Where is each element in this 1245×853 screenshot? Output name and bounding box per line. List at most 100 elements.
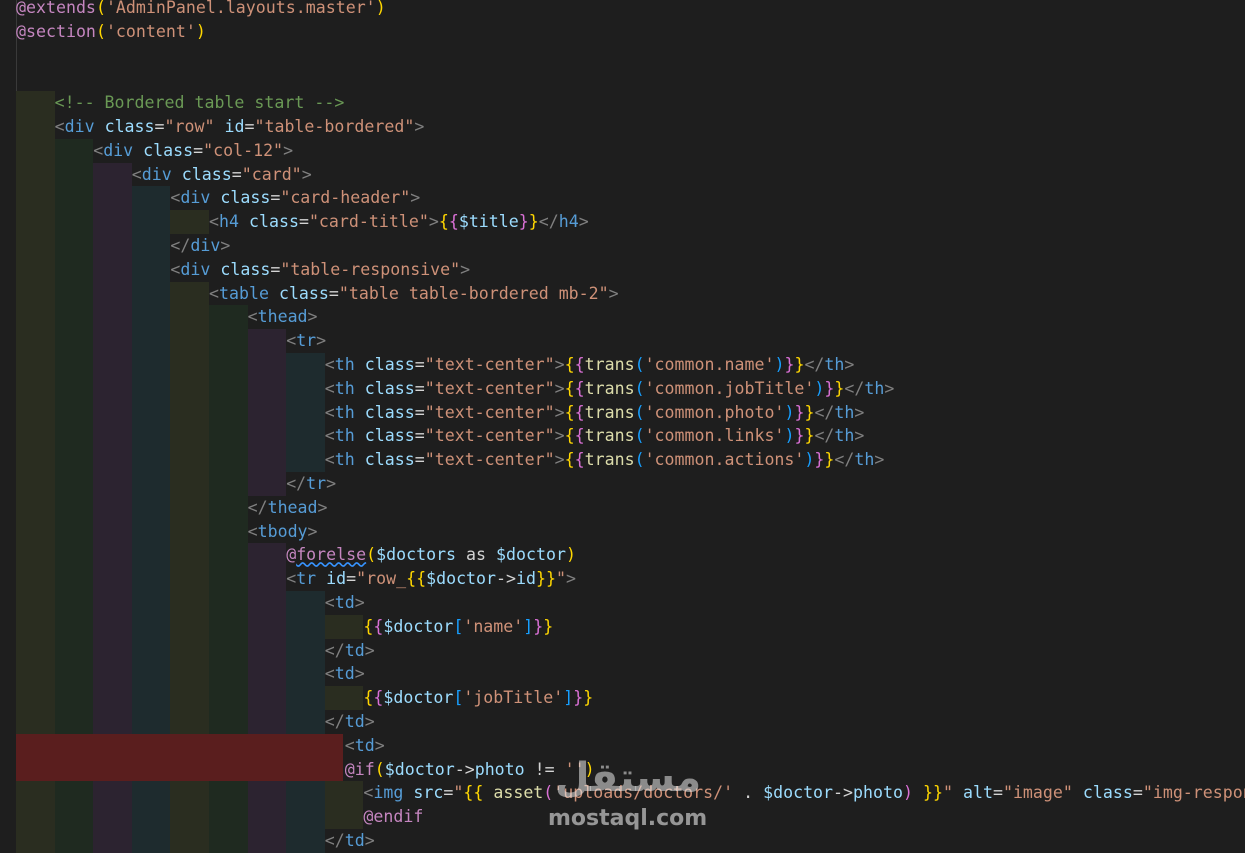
code-line[interactable]: <th class="text-center">{{trans('common.… xyxy=(0,424,1245,449)
indent-guide xyxy=(286,591,325,615)
indent-guide xyxy=(170,614,209,639)
code-line[interactable]: <div class="row" id="table-bordered"> xyxy=(0,115,1245,139)
indent-guide xyxy=(54,638,94,663)
code-line[interactable]: <table class="table table-bordered mb-2"… xyxy=(0,281,1245,306)
code-line[interactable]: <tbody> xyxy=(0,519,1245,544)
code-editor[interactable]: @extends('AdminPanel.layouts.master') @se… xyxy=(0,0,1245,853)
code-token: < xyxy=(247,521,258,541)
code-token: 'content' xyxy=(105,21,196,41)
code-text: </td> xyxy=(325,639,375,663)
code-line[interactable]: @extends('AdminPanel.layouts.master') xyxy=(0,0,1245,20)
code-line[interactable]: <div class="card-header"> xyxy=(0,186,1245,211)
code-line[interactable]: <td> xyxy=(0,591,1245,615)
code-line[interactable]: @endif xyxy=(0,805,1245,829)
indent-guide xyxy=(209,662,248,687)
code-line[interactable]: </td> xyxy=(0,638,1245,663)
code-line[interactable]: </thead> xyxy=(0,495,1245,520)
code-token: {{ xyxy=(406,569,427,589)
code-token: > xyxy=(316,331,327,351)
code-line[interactable]: <img src="{{ asset('uploads/doctors/' . … xyxy=(0,781,1245,806)
code-token: < xyxy=(324,355,335,374)
code-line[interactable]: <td> xyxy=(0,662,1245,687)
code-token: "text-center" xyxy=(424,402,555,422)
code-line[interactable]: {{$doctor['jobTitle']}} xyxy=(0,686,1245,710)
code-line[interactable]: </tr> xyxy=(0,472,1245,496)
indent-guide xyxy=(16,614,55,639)
code-token: h4 xyxy=(558,212,579,232)
code-line[interactable]: <td> xyxy=(0,733,1245,758)
indent-guide xyxy=(93,305,132,330)
code-token: < xyxy=(324,378,335,398)
indent-guide xyxy=(170,805,209,829)
code-line[interactable] xyxy=(0,67,1245,91)
code-token: > xyxy=(554,402,565,422)
indent-guide xyxy=(16,305,55,330)
code-line[interactable]: <th class="text-center">{{trans('common.… xyxy=(0,400,1245,425)
code-line[interactable]: <th class="text-center">{{trans('common.… xyxy=(0,448,1245,472)
code-text: {{$doctor['name']}} xyxy=(363,615,553,639)
code-line[interactable]: <th class="text-center">{{trans('common.… xyxy=(0,353,1245,377)
code-line[interactable]: <thead> xyxy=(0,305,1245,330)
code-line[interactable]: </div> xyxy=(0,234,1245,258)
code-line[interactable]: @if($doctor->photo != '') xyxy=(0,757,1245,782)
code-line[interactable]: <div class="card"> xyxy=(0,162,1245,187)
indent-guide xyxy=(93,829,132,853)
code-token: = xyxy=(992,783,1003,803)
indent-guide xyxy=(170,781,209,806)
indent-guide xyxy=(247,424,287,449)
code-line[interactable] xyxy=(0,44,1245,68)
code-token: "card" xyxy=(241,164,302,184)
code-text: </thead> xyxy=(248,496,328,520)
indent-guide xyxy=(209,495,248,520)
code-token: { xyxy=(574,402,585,422)
error-highlight xyxy=(16,757,343,782)
code-token: = xyxy=(414,426,425,446)
code-token: ) xyxy=(784,402,795,422)
indent-guide xyxy=(93,472,132,496)
code-text: <tr id="row_{{$doctor->id}}"> xyxy=(286,567,576,591)
code-token: ( xyxy=(366,545,377,565)
code-token: } xyxy=(834,378,845,398)
code-line[interactable]: <tr> xyxy=(0,329,1245,353)
code-line[interactable]: </td> xyxy=(0,829,1245,853)
indent-guide xyxy=(93,710,132,734)
indent-guide xyxy=(170,210,209,234)
code-line[interactable]: </td> xyxy=(0,710,1245,734)
indent-guide xyxy=(131,519,171,544)
code-token: $doctor xyxy=(383,688,454,708)
indent-guide xyxy=(16,376,55,401)
code-token: > xyxy=(854,402,865,422)
indent-guide xyxy=(170,662,209,687)
code-token: ) xyxy=(814,378,825,398)
indent-guide xyxy=(170,638,209,663)
indent-guide xyxy=(16,424,55,449)
code-token: -> xyxy=(454,759,475,779)
code-token: > xyxy=(307,307,318,327)
code-line[interactable]: <div class="table-responsive"> xyxy=(0,257,1245,282)
code-token: div xyxy=(190,236,221,255)
code-token: ( xyxy=(543,783,554,803)
code-line[interactable]: <div class="col-12"> xyxy=(0,138,1245,163)
code-token: < xyxy=(247,307,258,327)
code-text: <th class="text-center">{{trans('common.… xyxy=(325,377,895,401)
code-token: > xyxy=(283,140,294,160)
code-line[interactable]: @section('content') xyxy=(0,20,1245,44)
code-token: > xyxy=(578,212,589,232)
code-line[interactable]: <!-- Bordered table start --> xyxy=(0,91,1245,115)
code-token: </ xyxy=(834,450,855,470)
code-token: 'common.photo' xyxy=(644,402,785,422)
code-line[interactable]: {{$doctor['name']}} xyxy=(0,614,1245,639)
indent-guide xyxy=(170,376,209,401)
code-line[interactable]: <tr id="row_{{$doctor->id}}"> xyxy=(0,567,1245,591)
code-line[interactable]: <th class="text-center">{{trans('common.… xyxy=(0,376,1245,401)
code-line[interactable]: @forelse($doctors as $doctor) xyxy=(0,543,1245,568)
code-line[interactable]: <h4 class="card-title">{{$title}}</h4> xyxy=(0,210,1245,234)
code-text: <div class="table-responsive"> xyxy=(170,258,470,282)
code-token: tr xyxy=(296,331,317,351)
code-token: ) xyxy=(784,426,795,446)
code-token: } xyxy=(573,688,584,708)
code-token: { xyxy=(574,450,585,470)
